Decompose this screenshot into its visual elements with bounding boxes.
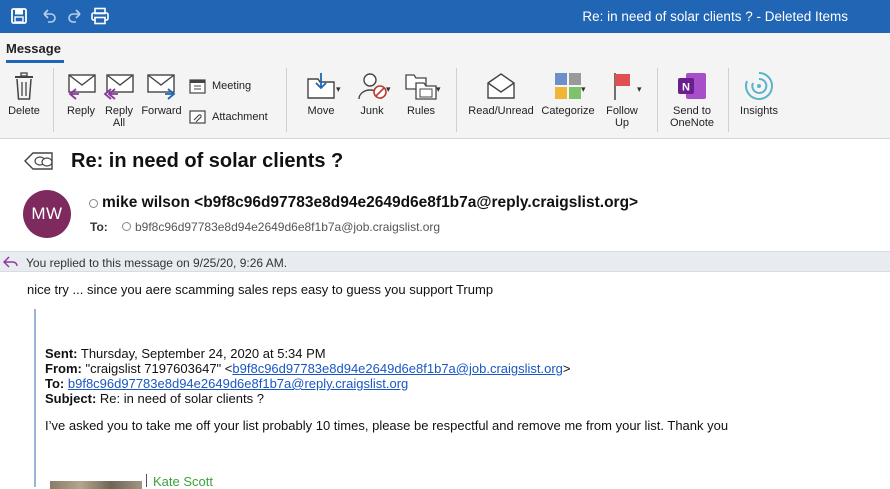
- envelope-open-icon: [487, 73, 515, 99]
- presence-icon: [122, 222, 131, 231]
- follow-up-label-line1: Follow: [606, 105, 638, 117]
- send-to-onenote-button[interactable]: N Send to OneNote: [664, 63, 720, 129]
- redo-icon[interactable]: [64, 5, 86, 27]
- chevron-down-icon[interactable]: ▾: [336, 84, 341, 95]
- move-folder-icon: [307, 73, 335, 99]
- reply-button[interactable]: Reply: [62, 63, 100, 117]
- quoted-from-prefix: "craigslist 7197603647" <: [85, 361, 233, 376]
- quoted-subject-line: Subject: Re: in need of solar clients ?: [45, 391, 264, 406]
- categorize-label: Categorize: [541, 105, 595, 117]
- calendar-icon: [189, 79, 206, 94]
- read-unread-label: Read/Unread: [468, 105, 534, 117]
- attachment-button[interactable]: Attachment: [189, 109, 268, 125]
- insights-button[interactable]: Insights: [736, 63, 782, 117]
- print-icon[interactable]: [89, 5, 111, 27]
- forward-button[interactable]: Forward: [140, 63, 183, 117]
- reply-all-button[interactable]: Reply All: [101, 63, 137, 129]
- reply-icon: [68, 74, 96, 100]
- send-onenote-label-line2: OneNote: [669, 117, 715, 129]
- ribbon-separator: [657, 68, 658, 132]
- quoted-to-label: To:: [45, 376, 65, 391]
- junk-icon: [358, 73, 387, 100]
- chevron-down-icon[interactable]: ▾: [386, 84, 391, 95]
- chevron-down-icon[interactable]: ▾: [581, 84, 586, 95]
- reply-arrow-icon: [3, 256, 18, 268]
- quoted-from-link[interactable]: b9f8c96d97783e8d94e2649d6e8f1b7a@job.cra…: [232, 361, 563, 376]
- quoted-subject-label: Subject:: [45, 391, 97, 406]
- sender-name[interactable]: mike wilson <b9f8c96d97783e8d94e2649d6e8…: [102, 194, 638, 212]
- to-label: To:: [90, 220, 108, 234]
- rules-label: Rules: [406, 105, 436, 117]
- junk-label: Junk: [360, 105, 384, 117]
- quoted-from-line: From: "craigslist 7197603647" <b9f8c96d9…: [45, 361, 571, 376]
- message-subject: Re: in need of solar clients ?: [71, 150, 344, 172]
- window-title: Re: in need of solar clients ? - Deleted…: [582, 9, 848, 24]
- send-onenote-label-line1: Send to: [673, 105, 711, 117]
- ribbon-separator: [286, 68, 287, 132]
- ribbon-tab-row: Message: [0, 33, 890, 63]
- delete-label: Delete: [8, 105, 40, 117]
- ribbon-separator: [728, 68, 729, 132]
- quote-border: [34, 309, 36, 487]
- chevron-down-icon[interactable]: ▾: [637, 84, 642, 95]
- insights-label: Insights: [740, 105, 778, 117]
- quoted-sent-value: Thursday, September 24, 2020 at 5:34 PM: [80, 346, 326, 361]
- chevron-down-icon[interactable]: ▾: [436, 84, 441, 95]
- svg-text:N: N: [682, 82, 690, 94]
- tab-message[interactable]: Message: [6, 41, 61, 56]
- presence-icon: [89, 199, 98, 208]
- avatar[interactable]: MW: [23, 190, 71, 238]
- quoted-to-line: To: b9f8c96d97783e8d94e2649d6e8f1b7a@rep…: [45, 376, 408, 391]
- read-unread-button[interactable]: Read/Unread: [466, 63, 536, 117]
- quoted-body: I’ve asked you to take me off your list …: [45, 418, 729, 433]
- recipient-address[interactable]: b9f8c96d97783e8d94e2649d6e8f1b7a@job.cra…: [135, 220, 440, 234]
- quoted-from-label: From:: [45, 361, 82, 376]
- attachment-label: Attachment: [212, 111, 268, 123]
- replied-info-bar: You replied to this message on 9/25/20, …: [0, 251, 890, 272]
- replied-notice: You replied to this message on 9/25/20, …: [26, 256, 288, 270]
- rules-icon: [405, 74, 437, 100]
- quoted-from-suffix: >: [562, 361, 571, 376]
- follow-up-button[interactable]: Follow Up: [600, 63, 644, 129]
- flag-icon: [614, 73, 630, 100]
- message-body: nice try ... since you aere scamming sal…: [27, 282, 494, 297]
- move-label: Move: [307, 105, 335, 117]
- categorize-icon: [555, 73, 581, 99]
- reply-all-label-line1: Reply: [104, 105, 134, 117]
- title-bar: Re: in need of solar clients ? - Deleted…: [0, 0, 890, 33]
- onenote-icon: N: [678, 73, 706, 99]
- signature-photo: [50, 481, 142, 489]
- attachment-icon: [189, 110, 206, 124]
- meeting-label: Meeting: [212, 80, 252, 92]
- reply-label: Reply: [66, 105, 96, 117]
- reply-all-icon: [103, 74, 134, 100]
- ribbon-separator: [456, 68, 457, 132]
- forward-label: Forward: [141, 105, 182, 117]
- ribbon-separator: [53, 68, 54, 132]
- delete-button[interactable]: Delete: [4, 63, 44, 117]
- categorize-button[interactable]: Categorize: [538, 63, 598, 117]
- signature-divider: [146, 474, 147, 487]
- forward-icon: [146, 74, 175, 100]
- insights-icon: [745, 72, 773, 100]
- quoted-to-link[interactable]: b9f8c96d97783e8d94e2649d6e8f1b7a@reply.c…: [68, 376, 408, 391]
- reply-all-label-line2: All: [112, 117, 126, 129]
- conversation-icon: [24, 150, 62, 177]
- quoted-sent-label: Sent:: [45, 346, 78, 361]
- ribbon: Delete Reply Reply All Forward Meeting A…: [0, 63, 890, 139]
- follow-up-label-line2: Up: [614, 117, 630, 129]
- undo-icon[interactable]: [38, 5, 60, 27]
- save-icon[interactable]: [8, 5, 30, 27]
- quoted-sent-line: Sent: Thursday, September 24, 2020 at 5:…: [45, 346, 326, 361]
- quoted-subject-value: Re: in need of solar clients ?: [99, 391, 264, 406]
- meeting-button[interactable]: Meeting: [189, 78, 251, 94]
- trash-icon: [15, 72, 33, 100]
